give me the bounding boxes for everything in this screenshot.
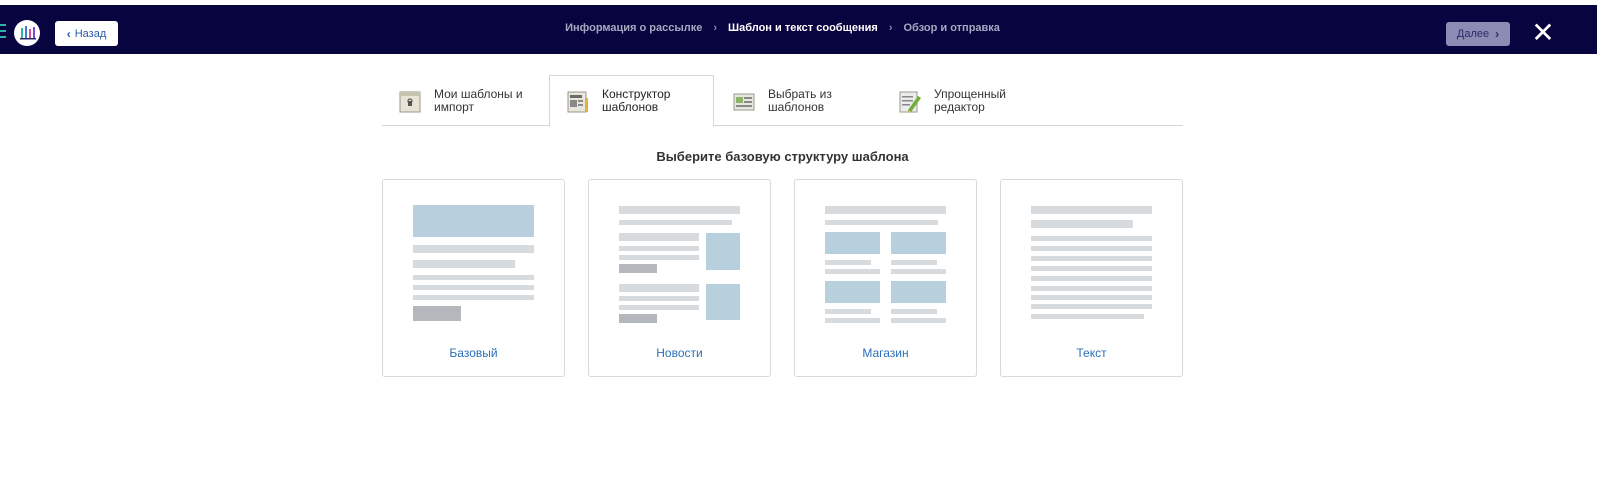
- tab-label: Выбрать из шаблонов: [768, 86, 832, 114]
- top-bar: ‹ Назад Информация о рассылке › Шаблон и…: [0, 5, 1597, 54]
- chevron-right-icon: ›: [888, 22, 893, 34]
- chevron-right-icon: ›: [713, 22, 718, 34]
- next-button[interactable]: Далее ›: [1446, 22, 1510, 46]
- template-card-text[interactable]: Текст: [1000, 179, 1183, 377]
- chevron-right-icon: ›: [1495, 27, 1500, 41]
- step-info[interactable]: Информация о рассылке: [565, 22, 702, 34]
- folder-import-icon: [399, 91, 421, 112]
- template-card-shop[interactable]: Магазин: [794, 179, 977, 377]
- card-label: Магазин: [862, 346, 909, 360]
- tab-label: Упрощенный редактор: [934, 86, 1006, 114]
- editor-tabs: Мои шаблоны и импорт Конструктор шаблоно…: [382, 75, 1183, 127]
- step-template[interactable]: Шаблон и текст сообщения: [728, 22, 878, 34]
- card-label: Новости: [656, 346, 703, 360]
- tab-label: Мои шаблоны и импорт: [434, 86, 523, 114]
- next-button-label: Далее: [1456, 28, 1490, 40]
- template-card-news[interactable]: Новости: [588, 179, 771, 377]
- layout-shop-preview: [825, 206, 946, 323]
- layout-basic-preview: [413, 205, 534, 321]
- wizard-steps: Информация о рассылке › Шаблон и текст с…: [0, 22, 1565, 34]
- pencil-editor-icon: [899, 91, 921, 113]
- tab-template-builder[interactable]: Конструктор шаблонов: [549, 75, 714, 127]
- tab-my-templates[interactable]: Мои шаблоны и импорт: [398, 75, 544, 126]
- template-builder-icon: [567, 91, 588, 113]
- tab-label: Конструктор шаблонов: [602, 87, 671, 114]
- card-label: Базовый: [449, 346, 498, 360]
- tab-choose-template[interactable]: Выбрать из шаблонов: [732, 75, 878, 126]
- page-title: Выберите базовую структуру шаблона: [656, 149, 909, 164]
- template-card-basic[interactable]: Базовый: [382, 179, 565, 377]
- layout-text-preview: [1031, 206, 1152, 319]
- step-review[interactable]: Обзор и отправка: [904, 22, 1000, 34]
- layout-news-preview: [619, 206, 740, 323]
- close-icon[interactable]: ✕: [1531, 19, 1555, 47]
- tab-simple-editor[interactable]: Упрощенный редактор: [898, 75, 1044, 126]
- template-gallery-icon: [733, 93, 755, 110]
- card-label: Текст: [1076, 346, 1107, 360]
